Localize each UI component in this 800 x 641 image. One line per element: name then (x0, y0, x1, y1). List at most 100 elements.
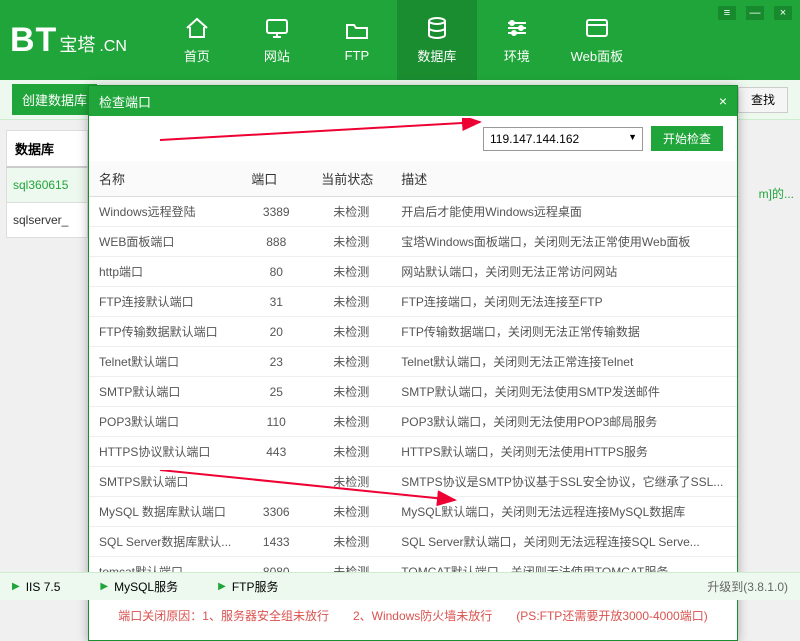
nav-site[interactable]: 网站 (237, 0, 317, 80)
port-table: 名称 端口 当前状态 描述 Windows远程登陆3389未检测开启后才能使用W… (89, 161, 737, 587)
cell-desc: POP3默认端口，关闭则无法使用POP3邮局服务 (391, 407, 737, 437)
table-row[interactable]: Telnet默认端口23未检测Telnet默认端口，关闭则无法正常连接Telne… (89, 347, 737, 377)
cell-desc: Telnet默认端口，关闭则无法正常连接Telnet (391, 347, 737, 377)
cell-name: SMTP默认端口 (89, 377, 241, 407)
service-label: IIS 7.5 (26, 580, 61, 594)
cell-port: 80 (241, 257, 311, 287)
cell-name: SMTPS默认端口 (89, 467, 241, 497)
table-row[interactable]: Windows远程登陆3389未检测开启后才能使用Windows远程桌面 (89, 197, 737, 227)
cell-name: HTTPS协议默认端口 (89, 437, 241, 467)
cell-port: 443 (241, 437, 311, 467)
col-name: 名称 (89, 161, 241, 197)
database-icon (422, 16, 452, 40)
cell-desc: SMTP默认端口，关闭则无法使用SMTP发送邮件 (391, 377, 737, 407)
play-icon: ▶ (100, 581, 108, 592)
cell-desc: 开启后才能使用Windows远程桌面 (391, 197, 737, 227)
table-row[interactable]: SMTPS默认端口 未检测SMTPS协议是SMTP协议基于SSL安全协议，它继承了… (89, 467, 737, 497)
cell-name: Windows远程登陆 (89, 197, 241, 227)
service-label: MySQL服务 (114, 578, 178, 595)
ip-select[interactable] (483, 127, 643, 151)
folder-icon (342, 18, 372, 42)
cell-name: FTP连接默认端口 (89, 287, 241, 317)
start-check-button[interactable]: 开始检查 (651, 126, 723, 151)
cell-desc: HTTPS默认端口，关闭则无法使用HTTPS服务 (391, 437, 737, 467)
table-row[interactable]: SQL Server数据库默认...1433未检测SQL Server默认端口，… (89, 527, 737, 557)
nav-label: 环境 (504, 46, 530, 65)
modal-header[interactable]: 检查端口 × (89, 86, 737, 116)
cell-status: 未检测 (311, 497, 391, 527)
table-row[interactable]: MySQL 数据库默认端口3306未检测MySQL默认端口，关闭则无法远程连接M… (89, 497, 737, 527)
close-button[interactable]: × (774, 6, 792, 20)
modal-title: 检查端口 (99, 92, 151, 111)
status-services: ▶ IIS 7.5 ▶ MySQL服务 ▶ FTP服务 (12, 578, 278, 595)
col-status: 当前状态 (311, 161, 391, 197)
cell-status: 未检测 (311, 227, 391, 257)
sliders-icon (502, 16, 532, 40)
cell-port: 888 (241, 227, 311, 257)
cell-name: FTP传输数据默认端口 (89, 317, 241, 347)
cell-status: 未检测 (311, 287, 391, 317)
nav-menu: 首页 网站 FTP 数据库 环境 Web面板 (157, 0, 637, 80)
table-row[interactable]: SMTP默认端口25未检测SMTP默认端口，关闭则无法使用SMTP发送邮件 (89, 377, 737, 407)
nav-ftp[interactable]: FTP (317, 0, 397, 80)
table-row[interactable]: POP3默认端口110未检测POP3默认端口，关闭则无法使用POP3邮局服务 (89, 407, 737, 437)
status-bar: ▶ IIS 7.5 ▶ MySQL服务 ▶ FTP服务 升级到(3.8.1.0) (0, 572, 800, 600)
cell-port (241, 467, 311, 497)
table-row[interactable]: http端口80未检测网站默认端口，关闭则无法正常访问网站 (89, 257, 737, 287)
cell-status: 未检测 (311, 377, 391, 407)
cell-status: 未检测 (311, 257, 391, 287)
sidebar-header: 数据库 (6, 130, 88, 168)
search-button[interactable]: 查找 (739, 87, 788, 113)
sidebar-item[interactable]: sql360615 (6, 168, 88, 203)
nav-env[interactable]: 环境 (477, 0, 557, 80)
sidebar-item[interactable]: sqlserver_ (6, 203, 88, 238)
cell-desc: MySQL默认端口，关闭则无法远程连接MySQL数据库 (391, 497, 737, 527)
nav-webpanel[interactable]: Web面板 (557, 0, 637, 80)
table-row[interactable]: WEB面板端口888未检测宝塔Windows面板端口，关闭则无法正常使用Web面… (89, 227, 737, 257)
cell-name: WEB面板端口 (89, 227, 241, 257)
cell-name: Telnet默认端口 (89, 347, 241, 377)
cell-status: 未检测 (311, 317, 391, 347)
logo-bt: BT (10, 21, 57, 60)
service-ftp[interactable]: ▶ FTP服务 (218, 578, 278, 595)
nav-home[interactable]: 首页 (157, 0, 237, 80)
table-row[interactable]: FTP连接默认端口31未检测FTP连接端口，关闭则无法连接至FTP (89, 287, 737, 317)
port-check-modal: 检查端口 × 开始检查 名称 端口 当前状态 描述 Windows远程登陆338… (88, 85, 738, 641)
cell-name: POP3默认端口 (89, 407, 241, 437)
minimize-button[interactable]: — (746, 6, 764, 20)
cell-port: 3306 (241, 497, 311, 527)
logo-cn: .CN (99, 38, 127, 56)
table-row[interactable]: HTTPS协议默认端口443未检测HTTPS默认端口，关闭则无法使用HTTPS服… (89, 437, 737, 467)
cell-port: 31 (241, 287, 311, 317)
col-port: 端口 (241, 161, 311, 197)
nav-label: 数据库 (417, 46, 456, 65)
nav-label: FTP (345, 48, 370, 63)
close-icon[interactable]: × (719, 93, 727, 109)
cell-status: 未检测 (311, 467, 391, 497)
nav-database[interactable]: 数据库 (397, 0, 477, 80)
logo-zh: 宝塔 (59, 31, 95, 57)
cell-port: 110 (241, 407, 311, 437)
top-nav: BT 宝塔 .CN 首页 网站 FTP 数据库 环境 Web面板 ≡ (0, 0, 800, 80)
version-label[interactable]: 升级到(3.8.1.0) (707, 578, 788, 595)
service-iis[interactable]: ▶ IIS 7.5 (12, 578, 60, 595)
service-mysql[interactable]: ▶ MySQL服务 (100, 578, 178, 595)
play-icon: ▶ (218, 581, 226, 592)
menu-button[interactable]: ≡ (718, 6, 736, 20)
nav-label: 首页 (184, 46, 210, 65)
cell-desc: SQL Server默认端口，关闭则无法远程连接SQL Serve... (391, 527, 737, 557)
cell-status: 未检测 (311, 527, 391, 557)
play-icon: ▶ (12, 581, 20, 592)
ip-select-wrap (483, 127, 643, 151)
create-db-button[interactable]: 创建数据库 (12, 84, 97, 115)
cell-name: MySQL 数据库默认端口 (89, 497, 241, 527)
cell-desc: 宝塔Windows面板端口，关闭则无法正常使用Web面板 (391, 227, 737, 257)
table-row[interactable]: FTP传输数据默认端口20未检测FTP传输数据端口，关闭则无法正常传输数据 (89, 317, 737, 347)
cell-status: 未检测 (311, 347, 391, 377)
cell-desc: 网站默认端口，关闭则无法正常访问网站 (391, 257, 737, 287)
service-label: FTP服务 (232, 578, 279, 595)
cell-desc: SMTPS协议是SMTP协议基于SSL安全协议，它继承了SSL... (391, 467, 737, 497)
modal-toolbar: 开始检查 (89, 116, 737, 161)
cell-desc: FTP连接端口，关闭则无法连接至FTP (391, 287, 737, 317)
browser-icon (582, 16, 612, 40)
